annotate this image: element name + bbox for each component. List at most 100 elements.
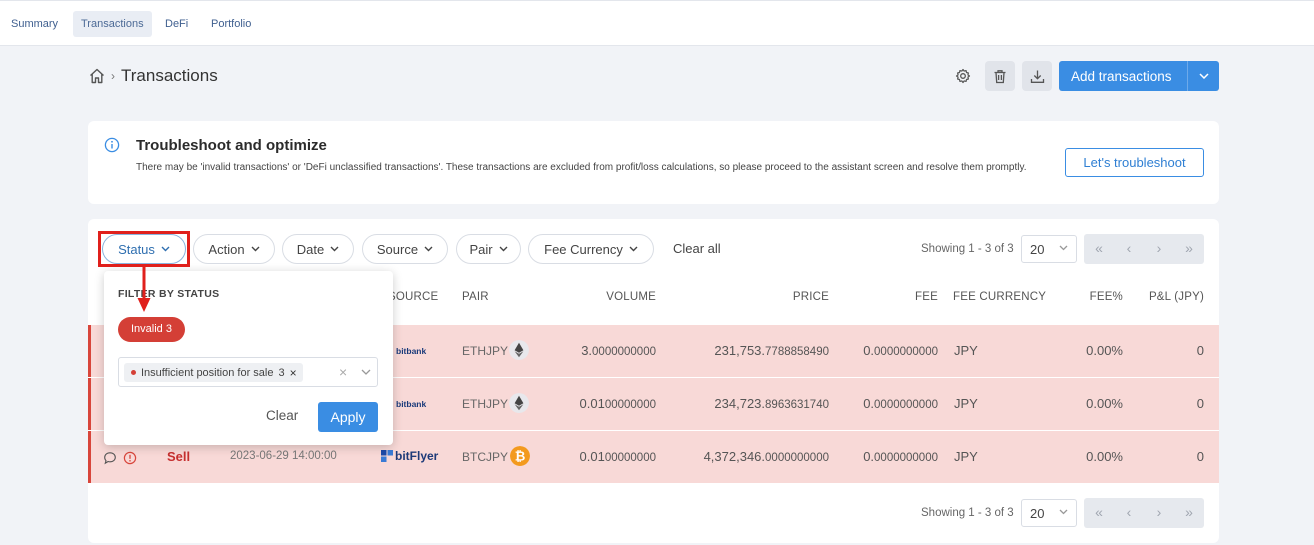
home-icon[interactable] — [88, 67, 106, 85]
comment-icon[interactable] — [103, 451, 117, 465]
fee-currency-value: JPY — [954, 449, 978, 464]
page-size-value: 20 — [1030, 505, 1045, 521]
fee-value: 0.0000000000 — [863, 449, 938, 464]
chevron-down-icon — [251, 246, 260, 252]
annotation-arrow-icon — [137, 266, 151, 312]
page-size-select[interactable]: 20 — [1021, 235, 1077, 263]
breadcrumb: › Transactions — [88, 64, 218, 88]
status-dot — [131, 370, 136, 375]
pnl-value: 0 — [1196, 449, 1204, 464]
chevron-down-icon — [424, 246, 433, 252]
add-transactions-label: Add transactions — [1071, 68, 1172, 84]
last-page-icon[interactable]: » — [1174, 234, 1204, 264]
source-logo: bitbank — [396, 346, 427, 356]
date-filter-label: Date — [296, 241, 325, 257]
header-fee-pct: FEE% — [1089, 291, 1123, 303]
invalid-status-badge[interactable]: Invalid 3 — [118, 317, 185, 342]
highlight-box — [98, 231, 190, 267]
source-filter[interactable]: Source — [362, 234, 448, 264]
fee-value: 0.0000000000 — [863, 343, 938, 358]
pair-value: ETHJPY — [462, 397, 509, 411]
ethereum-icon — [509, 340, 529, 360]
info-icon — [104, 137, 120, 153]
status-reason-select[interactable]: Insufficient position for sale 3 × × — [118, 357, 378, 387]
next-page-icon[interactable]: › — [1144, 498, 1174, 528]
tab-portfolio[interactable]: Portfolio — [203, 11, 259, 37]
troubleshoot-notice: Troubleshoot and optimize There may be '… — [88, 121, 1219, 204]
source-logo: bitFlyer — [395, 449, 439, 463]
price-value: 234,723.8963631740 — [714, 396, 829, 411]
invalid-indicator — [88, 431, 91, 483]
tab-summary[interactable]: Summary — [3, 11, 66, 37]
page-title: Transactions — [121, 66, 218, 85]
fee-currency-value: JPY — [954, 343, 978, 358]
tag-remove-icon[interactable]: × — [290, 366, 297, 380]
svg-text:₿: ₿ — [515, 450, 526, 465]
volume-value: 0.0100000000 — [579, 396, 656, 411]
notice-description: There may be 'invalid transactions' or '… — [136, 162, 1027, 173]
first-page-icon[interactable]: « — [1084, 234, 1114, 264]
delete-button[interactable] — [985, 61, 1015, 91]
chevron-down-icon — [1198, 73, 1209, 79]
popup-clear-button[interactable]: Clear — [266, 408, 298, 423]
tag-label: Insufficient position for sale — [141, 366, 274, 379]
troubleshoot-button[interactable]: Let's troubleshoot — [1065, 148, 1204, 177]
showing-count: Showing 1 - 3 of 3 — [921, 243, 1014, 255]
header-pair: PAIR — [462, 291, 489, 303]
invalid-indicator — [88, 378, 91, 430]
fee-currency-filter[interactable]: Fee Currency — [528, 234, 654, 264]
settings-button[interactable] — [948, 61, 978, 91]
chevron-down-icon[interactable] — [361, 369, 371, 375]
showing-count-bottom: Showing 1 - 3 of 3 — [921, 507, 1014, 519]
page-size-value: 20 — [1030, 241, 1045, 257]
last-page-icon[interactable]: » — [1174, 498, 1204, 528]
download-icon — [1030, 70, 1044, 83]
ethereum-icon — [509, 393, 529, 413]
volume-value: 0.0100000000 — [579, 449, 656, 464]
volume-value: 3.0000000000 — [581, 343, 656, 358]
header-price: PRICE — [792, 291, 829, 303]
page-size-select-bottom[interactable]: 20 — [1021, 499, 1077, 527]
chevron-down-icon — [330, 246, 339, 252]
popup-apply-button[interactable]: Apply — [318, 402, 378, 432]
download-button[interactable] — [1022, 61, 1052, 91]
header-source: SOURCE — [388, 291, 439, 303]
next-page-icon[interactable]: › — [1144, 234, 1174, 264]
header-pnl: P&L (JPY) — [1148, 291, 1204, 303]
date-filter[interactable]: Date — [282, 234, 354, 264]
chevron-down-icon — [499, 246, 508, 252]
pagination-controls-bottom: « ‹ › » — [1084, 498, 1204, 528]
fee-currency-value: JPY — [954, 396, 978, 411]
prev-page-icon[interactable]: ‹ — [1114, 498, 1144, 528]
bitflyer-logo-icon — [381, 450, 393, 462]
price-value: 231,753.7788858490 — [714, 343, 829, 358]
fee-pct-value: 0.00% — [1086, 396, 1123, 411]
pair-filter[interactable]: Pair — [456, 234, 521, 264]
source-logo: bitbank — [396, 399, 427, 409]
tab-transactions[interactable]: Transactions — [73, 11, 152, 37]
header-fee-currency: FEE CURRENCY — [953, 291, 1047, 303]
notice-title: Troubleshoot and optimize — [136, 137, 327, 154]
pagination-controls: « ‹ › » — [1084, 234, 1204, 264]
selected-reason-tag: Insufficient position for sale 3 × — [124, 363, 303, 382]
add-transactions-button[interactable]: Add transactions — [1059, 61, 1219, 91]
tag-count: 3 — [278, 366, 285, 379]
clear-selection-icon[interactable]: × — [339, 364, 347, 380]
fee-value: 0.0000000000 — [863, 396, 938, 411]
breadcrumb-separator-icon: › — [111, 69, 115, 83]
prev-page-icon[interactable]: ‹ — [1114, 234, 1144, 264]
tab-defi[interactable]: DeFi — [157, 11, 196, 37]
fee-pct-value: 0.00% — [1086, 343, 1123, 358]
pair-value: ETHJPY — [462, 344, 509, 358]
action-value: Sell — [167, 449, 191, 464]
pnl-value: 0 — [1196, 396, 1204, 411]
first-page-icon[interactable]: « — [1084, 498, 1114, 528]
chevron-down-icon — [1059, 245, 1068, 251]
add-menu-toggle[interactable] — [1188, 73, 1219, 79]
price-value: 4,372,346.0000000000 — [703, 449, 829, 464]
invalid-indicator — [88, 325, 91, 377]
clear-all-link[interactable]: Clear all — [673, 241, 721, 256]
action-filter-label: Action — [208, 241, 245, 257]
action-filter[interactable]: Action — [193, 234, 275, 264]
warning-icon[interactable] — [123, 451, 137, 465]
